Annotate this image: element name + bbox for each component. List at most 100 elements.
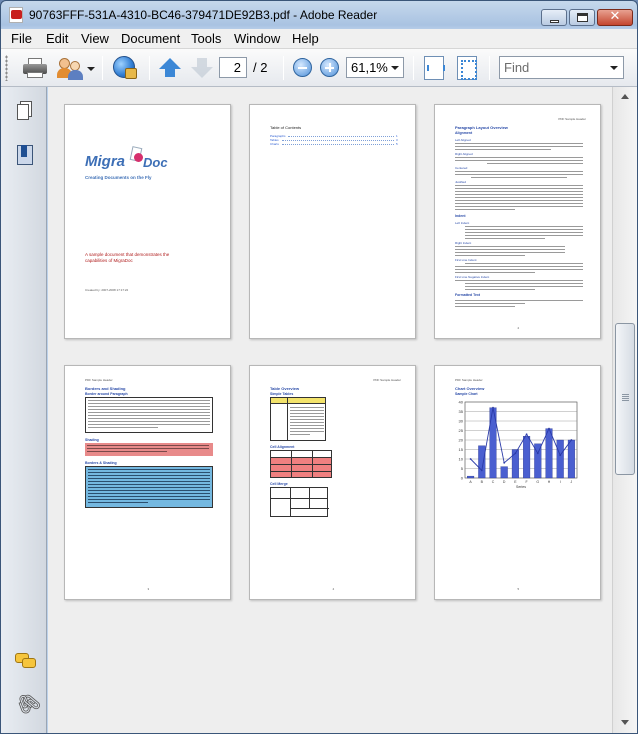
y-tick-label: 35 [459, 409, 464, 414]
toolbar-divider [489, 56, 490, 80]
fit-page-icon[interactable] [457, 56, 477, 80]
toc-entry[interactable]: Charts [270, 142, 279, 146]
page-thumbnail-toc[interactable]: Table of Contents Paragraphs Tables Char… [249, 104, 416, 339]
collaborate-icon[interactable] [57, 58, 83, 80]
scroll-up-icon[interactable] [616, 89, 634, 105]
attachments-panel-icon[interactable]: 🖇 [10, 686, 45, 720]
page-thumbnail-paragraphs[interactable]: PDF Sample Header Paragraph Layout Overv… [434, 104, 601, 339]
shaded-paragraph [85, 443, 213, 456]
subheading: Right Aligned [455, 152, 473, 156]
y-tick-label: 15 [459, 447, 464, 452]
navigation-pane: 🖇 [1, 87, 47, 733]
bordered-paragraph [85, 397, 213, 433]
maximize-icon [577, 13, 588, 22]
toolbar: 2 / 2 61,1% Find [1, 49, 637, 87]
toc-leader [282, 140, 394, 141]
section-heading: Formatted Text [455, 293, 481, 297]
migradoc-logo-icon [129, 146, 144, 169]
section-heading: Shading [85, 438, 99, 442]
comments-panel-icon[interactable] [15, 653, 37, 669]
x-tick-label: H [548, 480, 551, 484]
page-header: PDF Sample Header [455, 378, 483, 382]
menu-document[interactable]: Document [121, 31, 180, 46]
close-icon: ✕ [609, 9, 621, 24]
close-button[interactable]: ✕ [597, 9, 633, 26]
page-number: 2 [517, 326, 520, 330]
fit-width-icon[interactable] [424, 56, 445, 80]
menu-file[interactable]: File [11, 31, 32, 46]
x-tick-label: I [560, 480, 561, 484]
document-view[interactable]: Migra Doc Creating Documents on the Fly … [48, 87, 612, 733]
section-heading: Sample Chart [455, 392, 478, 396]
cover-created: Created by: 2007-2008 17:17:22 [85, 288, 129, 292]
toolbar-divider [413, 56, 414, 80]
section-heading: Borders & Shading [85, 461, 117, 465]
chart-point [525, 433, 528, 436]
scroll-down-icon[interactable] [616, 715, 634, 731]
zoom-in-icon[interactable] [320, 58, 339, 77]
window-title: 90763FFF-531A-4310-BC46-379471DE92B3.pdf… [29, 8, 378, 22]
collaborate-dropdown-icon[interactable] [87, 67, 95, 71]
toc-leader [282, 144, 394, 145]
next-page-icon[interactable] [191, 58, 213, 78]
chevron-down-icon [610, 66, 618, 70]
page-thumbnail-chart[interactable]: PDF Sample Header Chart Overview Sample … [434, 365, 601, 600]
pages-panel-icon[interactable] [17, 101, 33, 121]
section-title: Paragraph Layout Overview [455, 125, 508, 130]
x-tick-label: B [481, 480, 484, 484]
scrollbar-thumb[interactable] [615, 323, 635, 475]
zoom-out-icon[interactable] [293, 58, 312, 77]
section-heading: Border around Paragraph [85, 392, 128, 396]
page-thumbnail-tables[interactable]: PDF Sample Header Table Overview Simple … [249, 365, 416, 600]
page-number-input[interactable]: 2 [219, 57, 247, 78]
toolbar-grip[interactable] [5, 55, 8, 81]
zoom-value: 61,1% [351, 60, 388, 75]
section-title: Chart Overview [455, 386, 485, 391]
chart-point [570, 439, 573, 441]
previous-page-icon[interactable] [159, 58, 181, 78]
simple-table [270, 397, 326, 441]
section-heading: Cell Alignment [270, 445, 295, 449]
secure-globe-icon[interactable] [113, 56, 139, 82]
page-header: PDF Sample Header [85, 378, 113, 382]
menu-help[interactable]: Help [292, 31, 319, 46]
menu-tools[interactable]: Tools [191, 31, 221, 46]
menu-edit[interactable]: Edit [46, 31, 68, 46]
subheading: Left Indent [455, 221, 470, 225]
sample-chart: 0 5 10 15 20 25 30 35 40 A B C D E F G H I J Series [459, 400, 578, 489]
menu-window[interactable]: Window [234, 31, 280, 46]
page-thumbnail-borders[interactable]: PDF Sample Header Borders and Shading Bo… [64, 365, 231, 600]
x-tick-label: G [536, 480, 539, 484]
section-heading: Simple Tables [270, 392, 294, 396]
vertical-scrollbar[interactable] [612, 87, 637, 733]
page-total: / 2 [253, 60, 268, 75]
page-header: PDF Sample Header [558, 117, 586, 121]
bordered-shaded-paragraph [85, 466, 213, 508]
chart-bar [478, 445, 486, 479]
chart-point [559, 454, 562, 457]
page-thumbnail-cover[interactable]: Migra Doc Creating Documents on the Fly … [64, 104, 231, 339]
y-tick-label: 40 [459, 400, 464, 405]
chart-point [536, 452, 539, 455]
find-input[interactable]: Find [499, 56, 624, 79]
chart-point [503, 461, 506, 464]
maximize-button[interactable] [569, 9, 595, 26]
section-title: Table Overview [270, 386, 300, 391]
chart-bar [467, 475, 475, 479]
y-tick-label: 10 [459, 457, 464, 462]
zoom-select[interactable]: 61,1% [346, 57, 404, 78]
cover-description: A sample document that demonstrates the … [85, 252, 170, 263]
title-bar: 90763FFF-531A-4310-BC46-379471DE92B3.pdf… [1, 1, 637, 29]
menu-view[interactable]: View [81, 31, 109, 46]
toc-title: Table of Contents [270, 125, 302, 130]
subheading: First Line Negative Indent [455, 275, 490, 279]
y-tick-label: 30 [459, 419, 464, 424]
bookmarks-panel-icon[interactable] [17, 145, 33, 165]
y-tick-label: 5 [461, 466, 464, 471]
x-axis-label: Series [516, 485, 526, 489]
subheading: Justified [455, 180, 467, 184]
chart-point [469, 458, 472, 460]
print-icon[interactable] [23, 58, 47, 78]
toolbar-divider [102, 56, 103, 80]
minimize-button[interactable] [541, 9, 567, 26]
